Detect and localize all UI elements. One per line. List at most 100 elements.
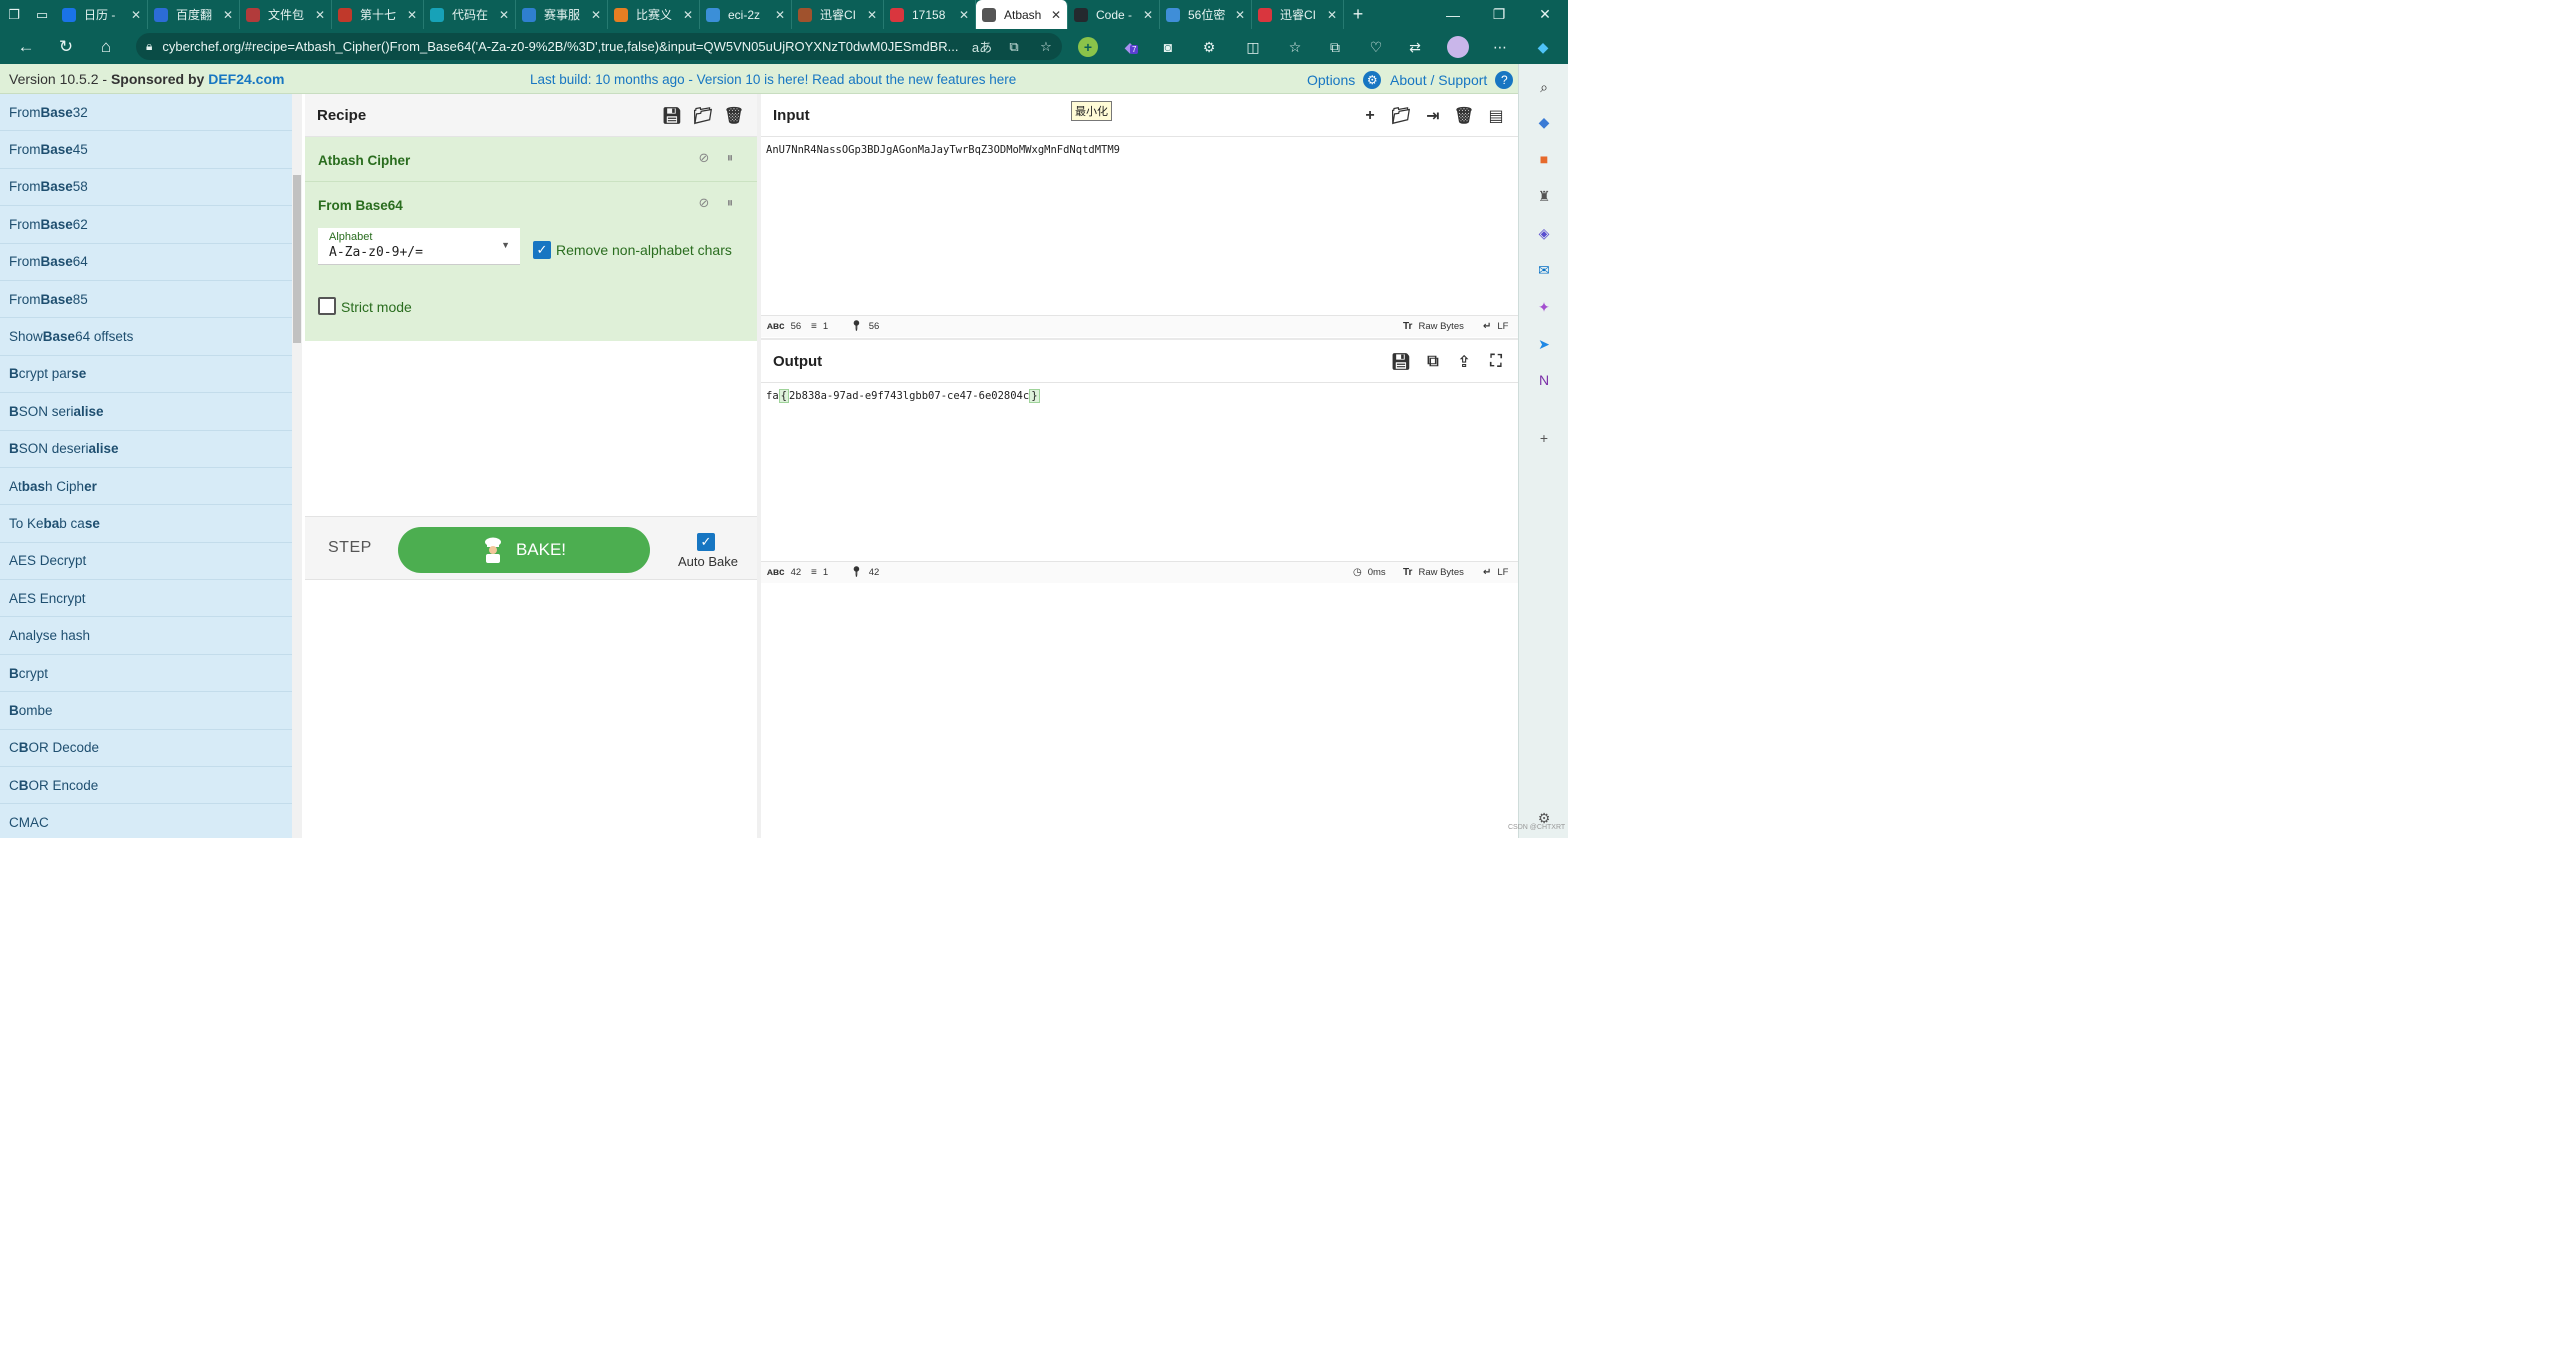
close-tab-icon[interactable]: ✕ [867, 8, 877, 22]
browser-tab[interactable]: Atbash ✕ [976, 0, 1068, 29]
save-output-icon[interactable]: 💾︎ [1390, 352, 1412, 372]
add-tab-icon[interactable]: + [1359, 106, 1381, 126]
outlook-icon[interactable]: ✉ [1534, 260, 1554, 280]
maximize-icon[interactable]: ⛶ [1485, 352, 1507, 372]
operation-item[interactable]: Bcrypt [0, 655, 292, 693]
extension-plus-icon[interactable]: + [1078, 37, 1098, 57]
browser-tab[interactable]: 百度翻 ✕ [148, 0, 240, 29]
more-menu-icon[interactable]: ⋯ [1490, 37, 1510, 57]
games-icon[interactable]: ♜ [1534, 186, 1554, 206]
browser-tab[interactable]: 56位密 ✕ [1160, 0, 1252, 29]
performance-icon[interactable]: ♡ [1366, 37, 1386, 57]
operation-item[interactable]: To Ke ba b ca se [0, 505, 292, 543]
build-notice-link[interactable]: Last build: 10 months ago - Version 10 i… [530, 72, 1016, 87]
url-input[interactable]: 🔒︎ cyberchef.org/#recipe=Atbash_Cipher()… [136, 33, 1062, 60]
close-tab-icon[interactable]: ✕ [1143, 8, 1153, 22]
close-tab-icon[interactable]: ✕ [1235, 8, 1245, 22]
tab-actions-icon[interactable]: ▭ [28, 0, 56, 29]
bake-button[interactable]: BAKE! [398, 527, 650, 573]
operation-item[interactable]: Analyse hash [0, 617, 292, 655]
output-encoding[interactable]: Tr Raw Bytes [1403, 567, 1464, 578]
disable-op-icon[interactable]: ⊘ [696, 195, 712, 211]
close-tab-icon[interactable]: ✕ [1051, 8, 1061, 22]
input-textarea[interactable]: AnU7NnR4NassOGp3BDJgAGonMaJayTwrBqZ3ODMo… [766, 144, 1120, 156]
browser-tab[interactable]: 比赛义 ✕ [608, 0, 700, 29]
save-recipe-icon[interactable]: 💾︎ [661, 106, 683, 126]
output-text[interactable]: fa{2b838a-97ad-e9f743lgbb07-ce47-6e02804… [766, 389, 1040, 403]
disable-op-icon[interactable]: ⊘ [696, 150, 712, 166]
close-tab-icon[interactable]: ✕ [959, 8, 969, 22]
operation-item[interactable]: Show Base 64 offsets [0, 318, 292, 356]
browser-tab[interactable]: 代码在 ✕ [424, 0, 516, 29]
app-available-icon[interactable]: ⧉ [998, 39, 1030, 55]
extension-icon[interactable]: ◆7 [1120, 37, 1140, 57]
browser-tab[interactable]: 日历 - ✕ [56, 0, 148, 29]
copilot-sidebar-icon[interactable]: ◈ [1534, 223, 1554, 243]
operation-item[interactable]: From Base 85 [0, 281, 292, 319]
favorites-icon[interactable]: ☆ [1285, 37, 1305, 57]
close-tab-icon[interactable]: ✕ [315, 8, 325, 22]
copy-output-icon[interactable]: ⧉ [1422, 352, 1444, 372]
browser-tab[interactable]: 迅睿CI ✕ [1252, 0, 1344, 29]
alphabet-select[interactable]: Alphabet A-Za-z0-9+/= ▼ [318, 228, 520, 265]
copilot-icon[interactable]: ◆ [1533, 37, 1553, 57]
browser-tab[interactable]: 赛事服 ✕ [516, 0, 608, 29]
tag-icon[interactable]: ◆ [1534, 112, 1554, 132]
output-eol[interactable]: ↵ LF [1483, 567, 1508, 578]
operation-item[interactable]: B SON seri alise [0, 393, 292, 431]
close-tab-icon[interactable]: ✕ [499, 8, 509, 22]
reading-mode-icon[interactable]: ◙ [1158, 37, 1178, 57]
collections-icon[interactable]: ⧉ [1325, 37, 1345, 57]
open-file-icon[interactable]: 📁︎ [1390, 106, 1412, 126]
browser-tab[interactable]: 迅睿CI ✕ [792, 0, 884, 29]
workspaces-icon[interactable]: ❐ [0, 0, 28, 29]
operation-item[interactable]: From Base 45 [0, 131, 292, 169]
new-tab-button[interactable]: + [1344, 4, 1372, 25]
open-folder-icon[interactable]: ⇥ [1422, 106, 1444, 126]
browser-tab[interactable]: 第十七 ✕ [332, 0, 424, 29]
browser-tab[interactable]: 文件包 ✕ [240, 0, 332, 29]
operation-item[interactable]: C B OR Decode [0, 730, 292, 768]
operation-item[interactable]: AES Encrypt [0, 580, 292, 618]
share-icon[interactable]: ⇄ [1405, 37, 1425, 57]
input-encoding[interactable]: Tr Raw Bytes [1403, 321, 1464, 332]
add-sidebar-app-icon[interactable]: + [1534, 428, 1554, 448]
sponsor-link[interactable]: DEF24.com [208, 71, 284, 87]
clear-input-icon[interactable]: 🗑︎ [1453, 106, 1475, 126]
profile-avatar[interactable] [1447, 36, 1469, 58]
operation-item[interactable]: CMAC [0, 804, 292, 838]
options-button[interactable]: Options ⚙ [1307, 71, 1382, 89]
operation-item[interactable]: Bombe [0, 692, 292, 730]
operation-item[interactable]: From Base 58 [0, 169, 292, 207]
browser-tab[interactable]: eci-2z ✕ [700, 0, 792, 29]
breakpoint-icon[interactable]: ⏸︎ [722, 195, 738, 211]
translate-icon[interactable]: aあ [966, 37, 998, 56]
close-tab-icon[interactable]: ✕ [683, 8, 693, 22]
split-screen-icon[interactable]: ◫ [1243, 37, 1263, 57]
close-tab-icon[interactable]: ✕ [131, 8, 141, 22]
clear-recipe-icon[interactable]: 🗑︎ [723, 106, 745, 126]
operations-scrollbar-thumb[interactable] [293, 175, 301, 343]
operation-item[interactable]: C B OR Encode [0, 767, 292, 805]
minimize-button[interactable]: — [1430, 7, 1476, 23]
browser-tab[interactable]: 17158 ✕ [884, 0, 976, 29]
load-recipe-icon[interactable]: 📁︎ [692, 106, 714, 126]
step-button[interactable]: STEP [328, 539, 372, 557]
home-icon[interactable]: ⌂ [86, 29, 126, 64]
toolbox-icon[interactable]: ■ [1534, 149, 1554, 169]
close-window-button[interactable]: ✕ [1522, 6, 1568, 23]
favorite-star-icon[interactable]: ☆ [1030, 39, 1062, 55]
operation-item[interactable]: From Base 62 [0, 206, 292, 244]
onenote-icon[interactable]: N [1534, 370, 1554, 390]
input-eol[interactable]: ↵ LF [1483, 321, 1508, 332]
reset-layout-icon[interactable]: ▤ [1485, 106, 1507, 126]
close-tab-icon[interactable]: ✕ [407, 8, 417, 22]
breakpoint-icon[interactable]: ⏸︎ [722, 150, 738, 166]
refresh-icon[interactable]: ↻ [46, 29, 86, 64]
restore-button[interactable]: ❐ [1476, 6, 1522, 23]
extensions-puzzle-icon[interactable]: ⚙ [1199, 37, 1219, 57]
close-tab-icon[interactable]: ✕ [223, 8, 233, 22]
operation-item[interactable]: B SON deseri alise [0, 431, 292, 468]
operation-item[interactable]: At bas h Ciph er [0, 468, 292, 506]
send-icon[interactable]: ➤ [1534, 334, 1554, 354]
